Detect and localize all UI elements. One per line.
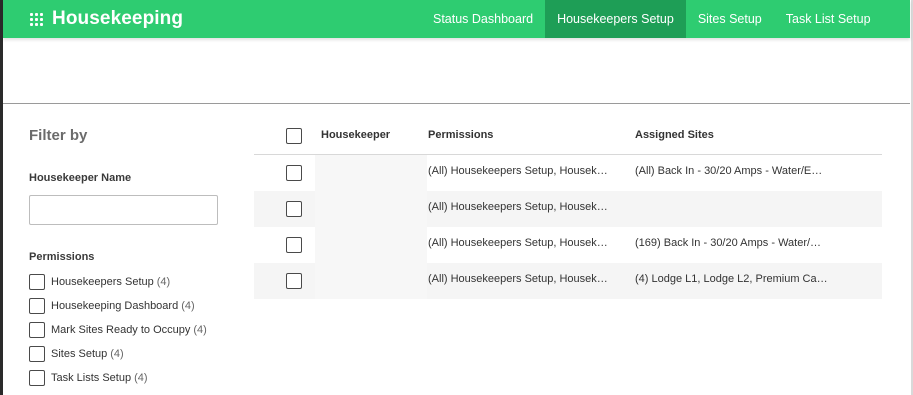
column-header-assigned-sites[interactable]: Assigned Sites — [635, 129, 714, 141]
permissions-label: Permissions — [29, 251, 95, 263]
permission-count: (4) — [193, 324, 207, 336]
column-header-permissions[interactable]: Permissions — [428, 129, 493, 141]
assigned-sites-cell: (All) Back In - 30/20 Amps - Water/E… — [635, 165, 823, 177]
permission-label: Housekeeping Dashboard — [51, 300, 179, 312]
permission-label: Task Lists Setup — [51, 372, 132, 384]
permission-filter-housekeepers-setup[interactable]: Housekeepers Setup (4) — [29, 274, 170, 290]
table-header: Housekeeper Permissions Assigned Sites — [254, 118, 882, 155]
table-row[interactable]: (All) Housekeepers Setup, Housek… (All) … — [254, 155, 882, 191]
top-navigation-bar: Housekeeping Status Dashboard Housekeepe… — [3, 0, 910, 38]
app-grid-icon[interactable] — [30, 12, 43, 26]
main-nav: Status Dashboard Housekeepers Setup Site… — [421, 0, 883, 38]
filter-title: Filter by — [29, 127, 88, 144]
checkbox[interactable] — [29, 346, 45, 362]
permission-label: Housekeepers Setup — [51, 276, 154, 288]
assigned-sites-cell: (169) Back In - 30/20 Amps - Water/… — [635, 237, 822, 249]
checkbox[interactable] — [29, 274, 45, 290]
column-header-housekeeper[interactable]: Housekeeper — [321, 129, 390, 141]
brand[interactable]: Housekeeping — [3, 0, 183, 38]
permission-filter-mark-sites-ready[interactable]: Mark Sites Ready to Occupy (4) — [29, 322, 207, 338]
permission-filter-task-lists-setup[interactable]: Task Lists Setup (4) — [29, 370, 148, 386]
row-checkbox[interactable] — [286, 237, 302, 253]
table-row[interactable]: (All) Housekeepers Setup, Housek… (4) Lo… — [254, 263, 882, 299]
permission-count: (4) — [181, 300, 195, 312]
permissions-cell: (All) Housekeepers Setup, Housek… — [428, 201, 608, 213]
housekeeper-name-label: Housekeeper Name — [29, 172, 132, 184]
section-divider — [3, 103, 910, 104]
permission-filter-housekeeping-dashboard[interactable]: Housekeeping Dashboard (4) — [29, 298, 195, 314]
nav-housekeepers-setup[interactable]: Housekeepers Setup — [545, 0, 686, 38]
app-title: Housekeeping — [52, 8, 184, 29]
assigned-sites-cell: (4) Lodge L1, Lodge L2, Premium Ca… — [635, 273, 828, 285]
row-checkbox[interactable] — [286, 273, 302, 289]
permission-label: Sites Setup — [51, 348, 108, 360]
window-edge — [0, 0, 3, 395]
permissions-cell: (All) Housekeepers Setup, Housek… — [428, 237, 608, 249]
nav-status-dashboard[interactable]: Status Dashboard — [421, 0, 545, 38]
table-row[interactable]: (All) Housekeepers Setup, Housek… (169) … — [254, 227, 882, 263]
table-row[interactable]: (All) Housekeepers Setup, Housek… — [254, 191, 882, 227]
housekeeper-cell — [315, 227, 427, 263]
permissions-cell: (All) Housekeepers Setup, Housek… — [428, 165, 608, 177]
permission-filter-sites-setup[interactable]: Sites Setup (4) — [29, 346, 124, 362]
permission-label: Mark Sites Ready to Occupy — [51, 324, 191, 336]
row-checkbox[interactable] — [286, 165, 302, 181]
nav-task-list-setup[interactable]: Task List Setup — [774, 0, 883, 38]
permission-count: (4) — [156, 276, 171, 288]
housekeeper-cell — [315, 263, 427, 299]
row-checkbox[interactable] — [286, 201, 302, 217]
checkbox[interactable] — [29, 370, 45, 386]
checkbox[interactable] — [29, 298, 45, 314]
permission-count: (4) — [110, 348, 124, 360]
housekeeper-name-input[interactable] — [29, 195, 218, 225]
housekeeper-cell — [315, 191, 427, 227]
checkbox[interactable] — [29, 322, 45, 338]
nav-sites-setup[interactable]: Sites Setup — [686, 0, 774, 38]
permissions-cell: (All) Housekeepers Setup, Housek… — [428, 273, 608, 285]
select-all-checkbox[interactable] — [286, 128, 302, 144]
housekeeper-cell — [315, 155, 427, 191]
permission-count: (4) — [134, 372, 148, 384]
